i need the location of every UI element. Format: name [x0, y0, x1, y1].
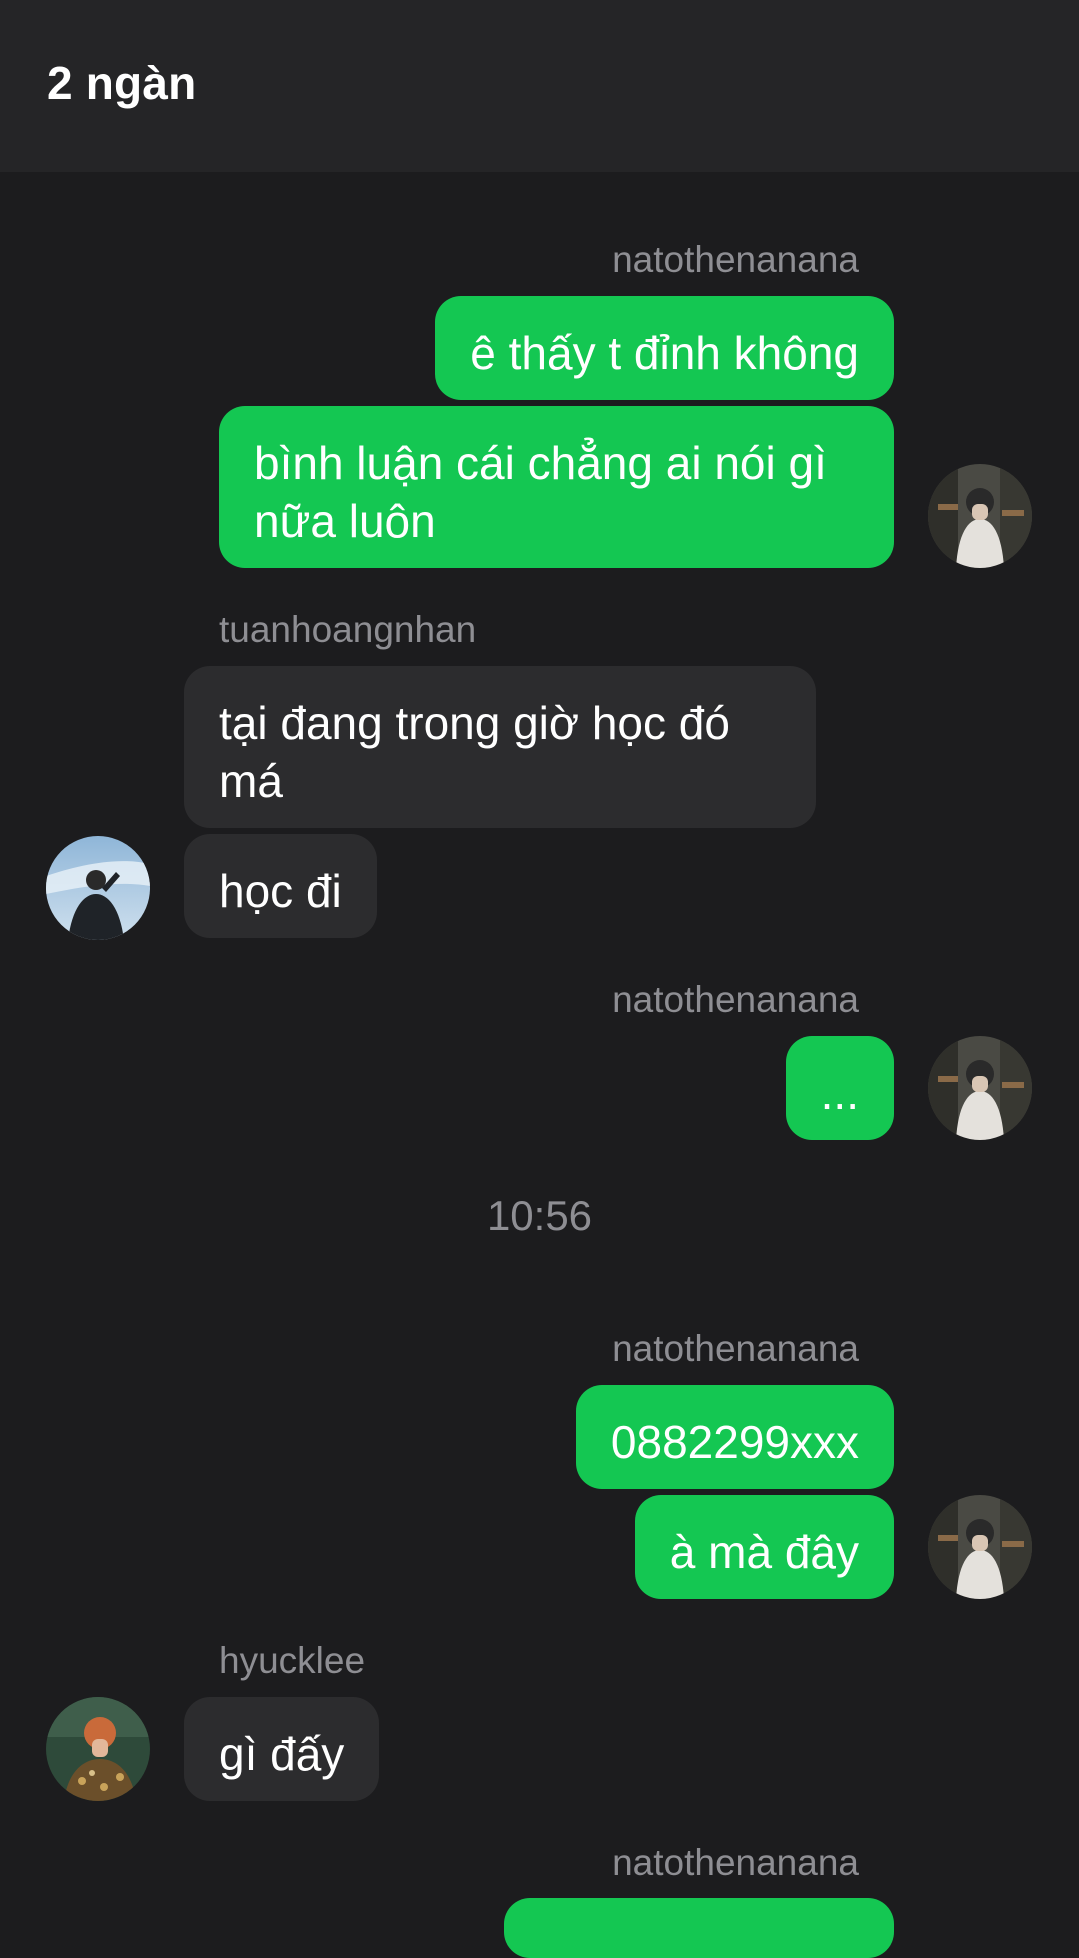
chat-title[interactable]: 2 ngàn	[47, 56, 196, 110]
avatar-natothenanana-icon[interactable]	[928, 464, 1032, 568]
outgoing-message[interactable]	[504, 1898, 894, 1958]
incoming-message[interactable]: tại đang trong giờ học đó má	[184, 666, 816, 828]
outgoing-message[interactable]: 0882299xxx	[575, 1385, 894, 1489]
outgoing-message[interactable]: bình luận cái chẳng ai nói gì nữa luôn	[219, 406, 894, 568]
sender-name: natothenanana	[612, 239, 859, 280]
avatar-natothenanana-icon[interactable]	[928, 1495, 1032, 1599]
timestamp: 10:56	[486, 1192, 593, 1239]
avatar-natothenanana-icon[interactable]	[928, 1036, 1032, 1140]
incoming-message[interactable]: gì đấy	[184, 1697, 380, 1801]
sender-name: hyucklee	[219, 1640, 366, 1681]
incoming-message[interactable]: học đi	[184, 834, 377, 938]
sender-name: tuanhoangnhan	[219, 609, 477, 650]
sender-name: natothenanana	[612, 979, 859, 1020]
avatar-hyucklee-icon[interactable]	[46, 1697, 150, 1801]
outgoing-message[interactable]: ê thấy t đỉnh không	[435, 296, 894, 400]
outgoing-message[interactable]: à mà đây	[634, 1495, 894, 1599]
sender-name: natothenanana	[612, 1328, 859, 1369]
avatar-tuanhoangnhan-icon[interactable]	[46, 836, 150, 940]
outgoing-message[interactable]: ...	[785, 1036, 894, 1140]
sender-name: natothenanana	[612, 1842, 859, 1883]
chat-header: 2 ngàn	[0, 0, 1079, 172]
